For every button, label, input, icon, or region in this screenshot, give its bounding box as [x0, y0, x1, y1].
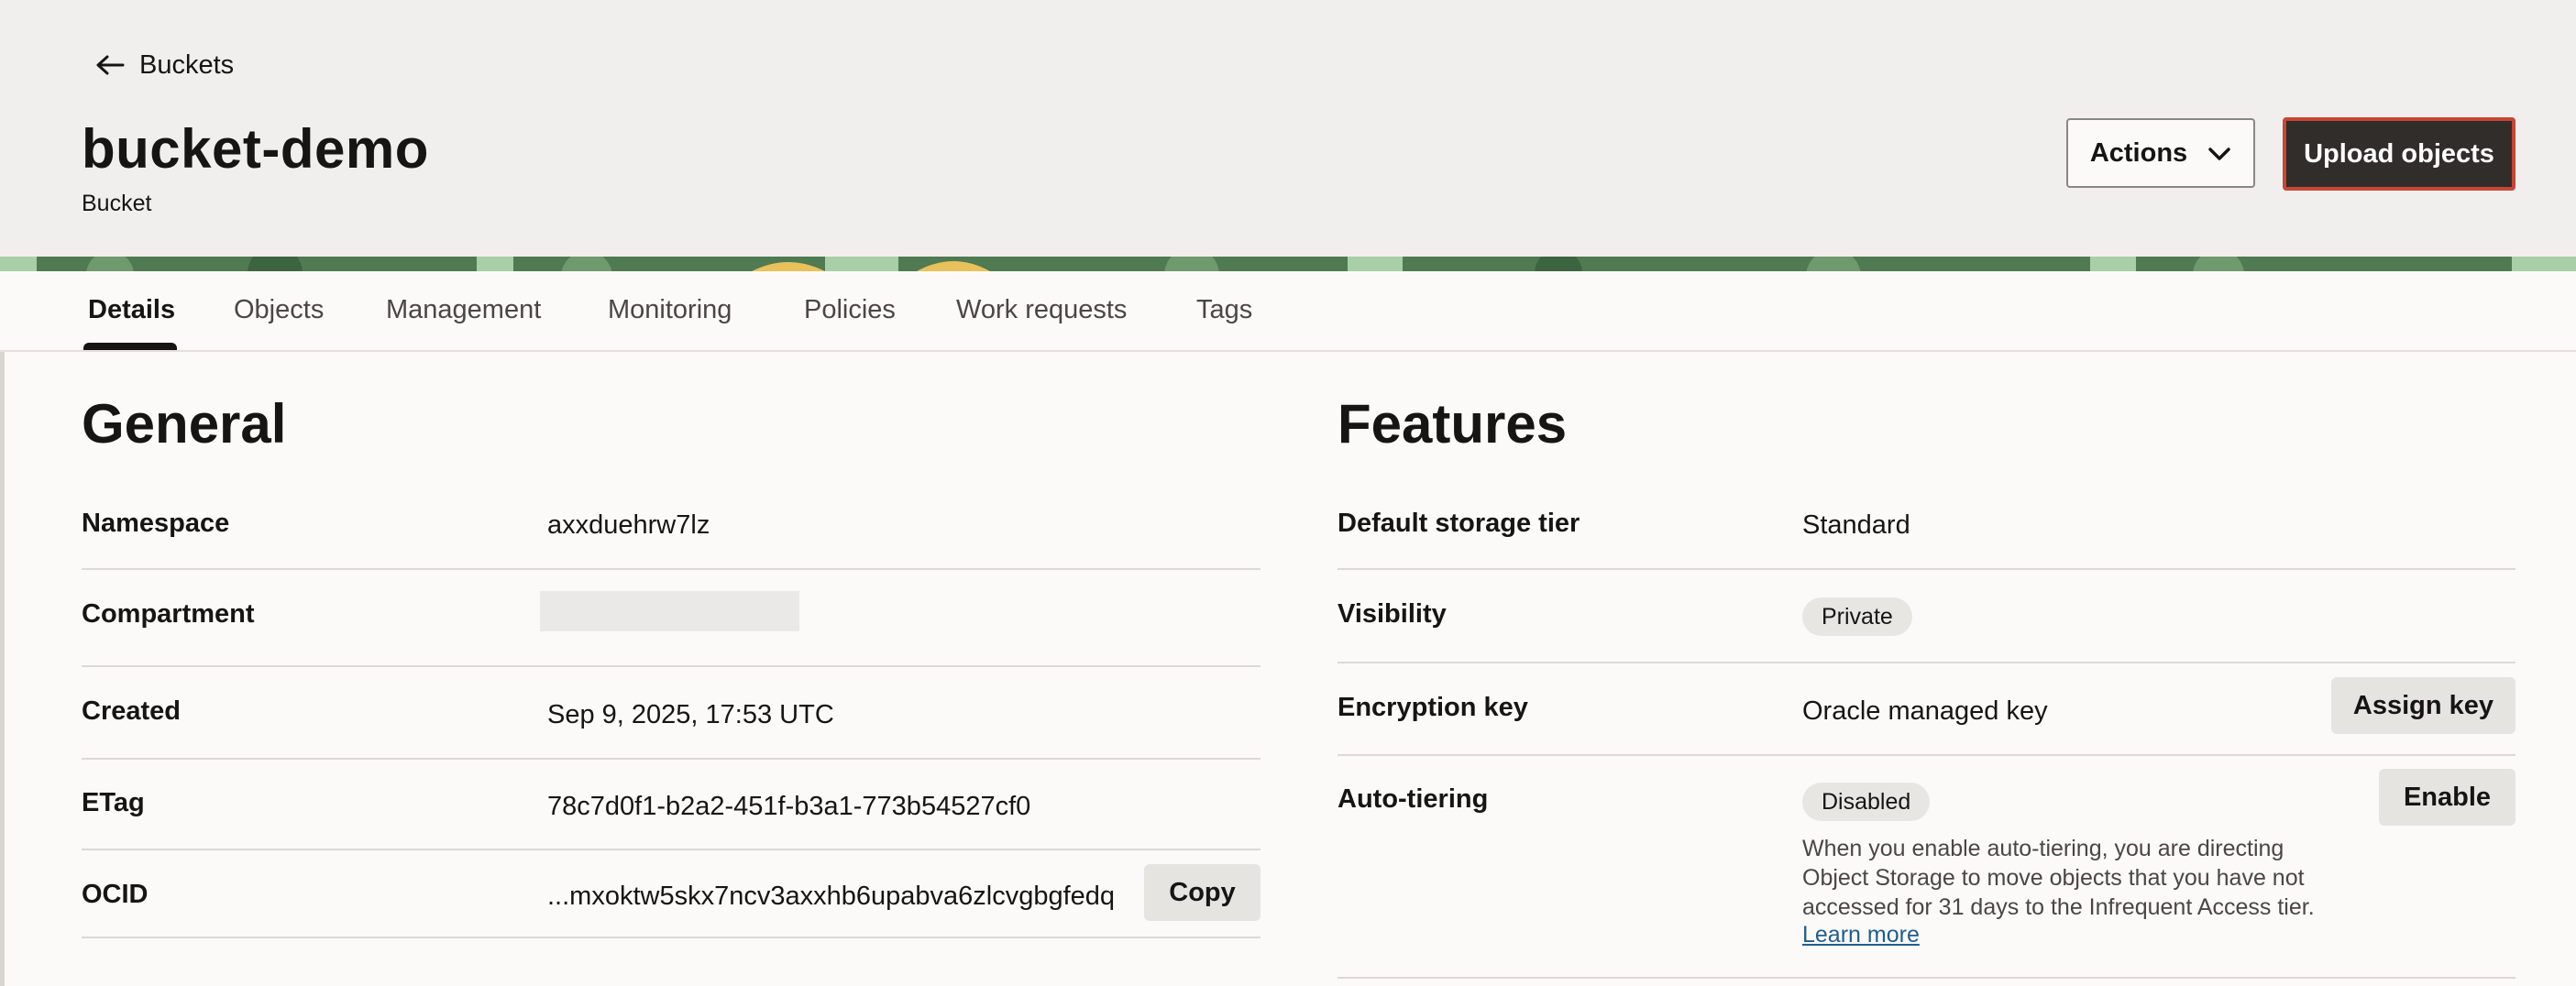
tab-objects[interactable]: Objects	[234, 295, 324, 325]
created-value: Sep 9, 2025, 17:53 UTC	[547, 700, 834, 729]
divider	[1338, 662, 2515, 663]
compartment-label: Compartment	[82, 599, 255, 629]
page-title: bucket-demo	[82, 118, 429, 180]
compartment-value-redacted	[540, 591, 799, 631]
ocid-label: OCID	[82, 880, 149, 909]
page-subtitle: Bucket	[82, 191, 152, 216]
auto-tiering-label: Auto-tiering	[1338, 784, 1489, 814]
divider	[1338, 568, 2515, 570]
decorative-banner	[0, 257, 2576, 271]
arrow-left-icon	[95, 54, 125, 76]
help-text-line: When you enable auto-tiering, you are di…	[1802, 836, 2284, 861]
back-link-label: Buckets	[139, 49, 235, 80]
encryption-key-value: Oracle managed key	[1802, 696, 2048, 726]
divider	[82, 849, 1260, 850]
tab-bar: Details Objects Management Monitoring Po…	[0, 271, 2576, 352]
encryption-key-label: Encryption key	[1338, 693, 1528, 722]
back-to-buckets-link[interactable]: Buckets	[95, 46, 234, 84]
tab-management[interactable]: Management	[386, 295, 541, 325]
assign-key-button[interactable]: Assign key	[2331, 677, 2515, 734]
etag-value: 78c7d0f1-b2a2-451f-b3a1-773b54527cf0	[547, 792, 1031, 821]
namespace-label: Namespace	[82, 509, 230, 538]
visibility-label: Visibility	[1338, 599, 1447, 629]
divider	[82, 937, 1260, 938]
page-header: Buckets bucket-demo Bucket Actions Uploa…	[0, 0, 2576, 257]
help-text-line: accessed for 31 days to the Infrequent A…	[1802, 894, 2315, 920]
tab-work-requests[interactable]: Work requests	[956, 295, 1127, 325]
divider	[1338, 977, 2515, 979]
storage-tier-value: Standard	[1802, 510, 1910, 540]
copy-ocid-button[interactable]: Copy	[1144, 864, 1260, 921]
upload-objects-button[interactable]: Upload objects	[2283, 117, 2515, 191]
tab-policies[interactable]: Policies	[804, 295, 896, 325]
ocid-value: ...mxoktw5skx7ncv3axxhb6upabva6zlcvgbgfe…	[547, 882, 1116, 911]
etag-label: ETag	[82, 788, 145, 817]
actions-label: Actions	[2089, 137, 2188, 168]
features-section-title: Features	[1338, 393, 1568, 455]
divider	[1338, 754, 2515, 756]
learn-more-link[interactable]: Learn more	[1802, 922, 1920, 948]
enable-auto-tiering-button[interactable]: Enable	[2379, 769, 2515, 826]
storage-tier-label: Default storage tier	[1338, 509, 1580, 538]
divider	[82, 758, 1260, 760]
active-tab-indicator	[83, 343, 177, 350]
general-section-title: General	[82, 393, 287, 455]
tab-tags[interactable]: Tags	[1196, 295, 1252, 325]
tab-monitoring[interactable]: Monitoring	[608, 295, 732, 325]
chevron-down-icon	[2207, 138, 2231, 169]
created-label: Created	[82, 696, 181, 726]
namespace-value: axxduehrw7lz	[547, 510, 710, 540]
tab-details[interactable]: Details	[88, 295, 175, 325]
actions-button[interactable]: Actions	[2066, 118, 2255, 188]
auto-tiering-status-badge: Disabled	[1802, 783, 1931, 821]
divider	[82, 665, 1260, 667]
help-text-line: Object Storage to move objects that you …	[1802, 865, 2305, 891]
divider	[82, 568, 1260, 570]
visibility-badge: Private	[1802, 597, 1912, 636]
auto-tiering-help-text: When you enable auto-tiering, you are di…	[1802, 834, 2334, 922]
